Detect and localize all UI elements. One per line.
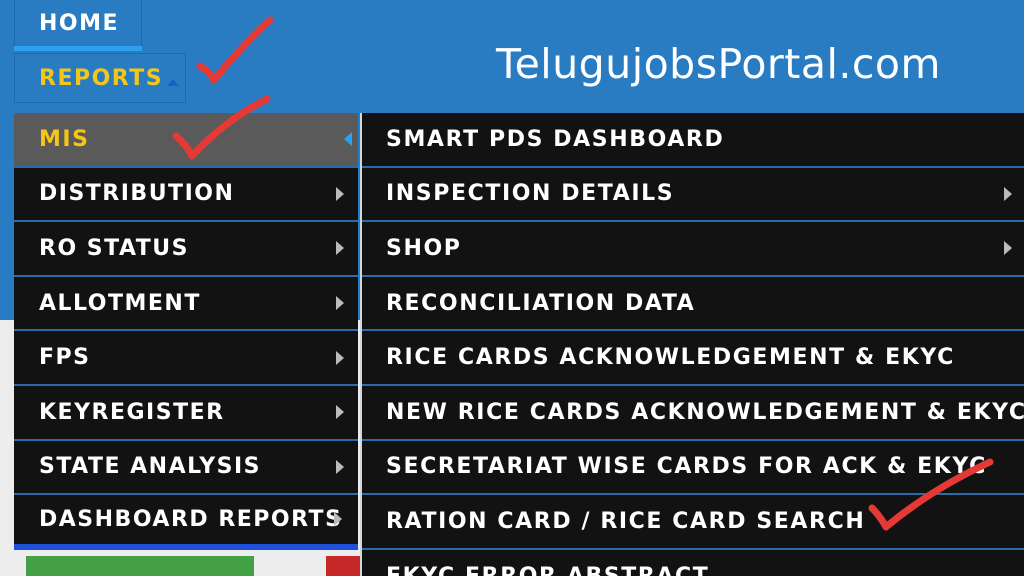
submenu-item-rice-cards-ack-ekyc[interactable]: RICE CARDS ACKNOWLEDGEMENT & EKYC [362,331,1024,386]
menu-item-label: STATE ANALYSIS [39,454,262,480]
arrow-left-icon [344,132,352,147]
menu-item-label: KEYREGISTER [39,399,225,425]
submenu-item-ekyc-error-abstract[interactable]: EKYC ERROR ABSTRACT [362,550,1024,576]
submenu-item-reconciliation-data[interactable]: RECONCILIATION DATA [362,277,1024,332]
arrow-right-icon [336,186,344,201]
menu-item-label: RO STATUS [39,235,189,261]
footer-green-strip [26,556,254,576]
arrow-right-icon [334,512,342,527]
submenu-item-smart-pds-dashboard[interactable]: SMART PDS DASHBOARD [362,113,1024,168]
arrow-right-icon [336,405,344,420]
submenu-item-label: RATION CARD / RICE CARD SEARCH [386,508,866,534]
nav-home[interactable]: HOME [14,0,142,48]
reports-dropdown-menu: MIS DISTRIBUTION RO STATUS ALLOTMENT FPS… [14,113,358,550]
submenu-item-ration-card-search[interactable]: RATION CARD / RICE CARD SEARCH [362,495,1024,550]
submenu-item-label: NEW RICE CARDS ACKNOWLEDGEMENT & EKYC [386,399,1024,425]
menu-item-state-analysis[interactable]: STATE ANALYSIS [14,441,358,496]
menu-item-label: FPS [39,345,91,371]
nav-home-label: HOME [39,11,120,36]
submenu-item-label: SMART PDS DASHBOARD [386,126,725,152]
menu-item-label: DISTRIBUTION [39,181,235,207]
submenu-item-label: SHOP [386,235,462,261]
menu-item-label: MIS [39,126,90,152]
menu-item-mis[interactable]: MIS [14,113,358,168]
brand-watermark: TelugujobsPortal.com [496,40,941,88]
caret-up-icon [167,78,180,86]
submenu-item-secretariat-wise-cards[interactable]: SECRETARIAT WISE CARDS FOR ACK & EKYC [362,441,1024,496]
arrow-right-icon [336,459,344,474]
menu-item-label: DASHBOARD REPORTS [39,506,343,532]
arrow-right-icon [336,350,344,365]
arrow-right-icon [336,241,344,256]
arrow-right-icon [336,296,344,311]
submenu-item-label: EKYC ERROR ABSTRACT [386,564,709,576]
menu-item-allotment[interactable]: ALLOTMENT [14,277,358,332]
arrow-right-icon [1004,186,1012,201]
submenu-item-label: SECRETARIAT WISE CARDS FOR ACK & EKYC [386,454,987,480]
menu-item-label: ALLOTMENT [39,290,201,316]
submenu-item-label: INSPECTION DETAILS [386,181,675,207]
nav-home-underline [14,46,142,51]
submenu-item-label: RECONCILIATION DATA [386,290,696,316]
submenu-item-shop[interactable]: SHOP [362,222,1024,277]
submenu-item-inspection-details[interactable]: INSPECTION DETAILS [362,168,1024,223]
menu-item-fps[interactable]: FPS [14,331,358,386]
mis-submenu: SMART PDS DASHBOARD INSPECTION DETAILS S… [360,113,1024,576]
submenu-item-label: RICE CARDS ACKNOWLEDGEMENT & EKYC [386,345,955,371]
menu-item-ro-status[interactable]: RO STATUS [14,222,358,277]
submenu-item-new-rice-cards-ack-ekyc[interactable]: NEW RICE CARDS ACKNOWLEDGEMENT & EKYC [362,386,1024,441]
arrow-right-icon [1004,241,1012,256]
menu-item-dashboard-reports[interactable]: DASHBOARD REPORTS [14,495,358,550]
nav-reports-label: REPORTS [39,65,164,91]
menu-item-keyregister[interactable]: KEYREGISTER [14,386,358,441]
menu-item-distribution[interactable]: DISTRIBUTION [14,168,358,223]
nav-reports[interactable]: REPORTS [14,53,186,103]
footer-red-strip [326,556,360,576]
